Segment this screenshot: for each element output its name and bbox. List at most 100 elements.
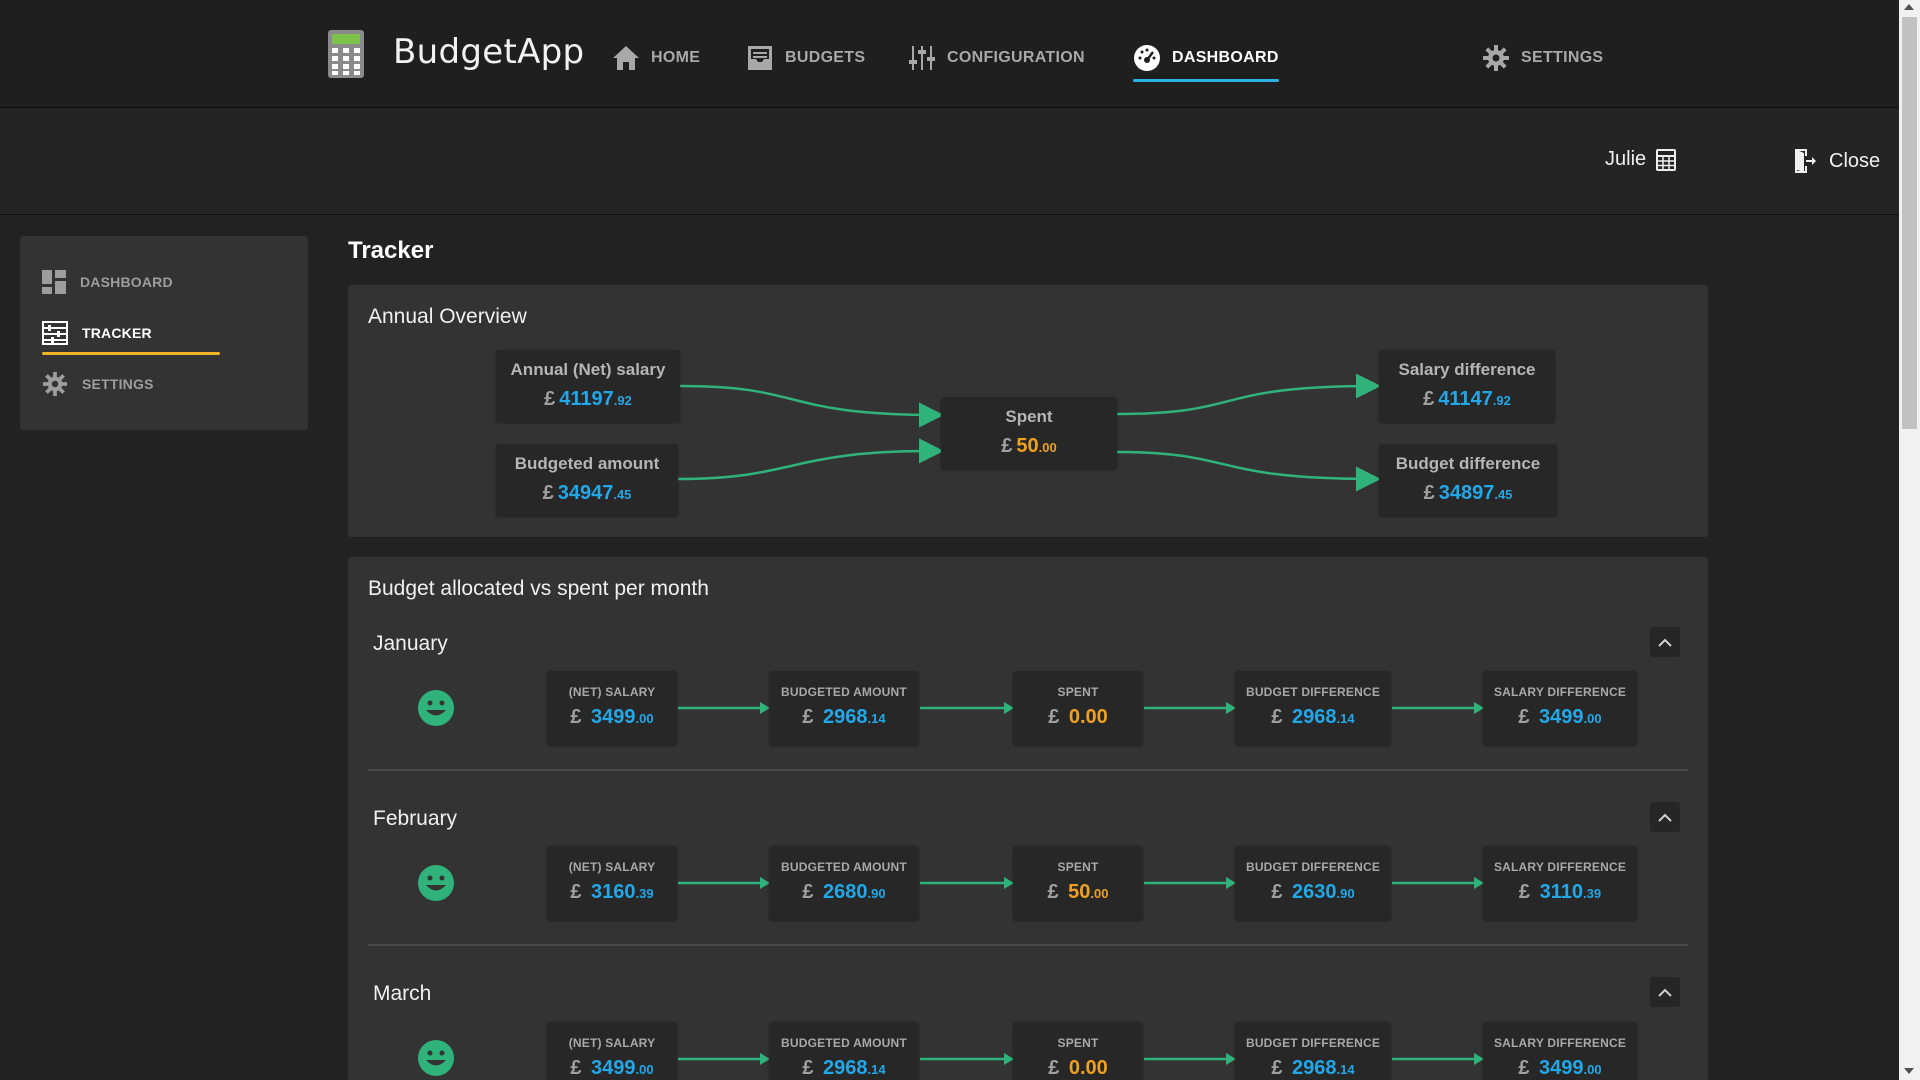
card-label: BUDGET DIFFERENCE [1245,860,1381,874]
sign-out-icon [1795,149,1816,173]
nav-budgets[interactable]: BUDGETS [746,38,865,78]
amount-decimal: .00 [1583,711,1602,726]
month-budget-difference-card: BUDGET DIFFERENCE £ 2630.90 [1235,846,1391,920]
sidebar-item-label: SETTINGS [82,376,154,392]
currency-symbol: £ [1001,435,1013,457]
amount-decimal: .45 [1494,487,1513,502]
active-tab-indicator [1133,79,1279,82]
currency-symbol: £ [802,706,814,728]
app-name: BudgetApp [393,32,585,72]
currency-symbol: £ [570,1057,582,1079]
user-name: Julie [1605,148,1647,170]
tracker-icon [42,321,68,345]
scrollbar-thumb[interactable] [1902,17,1917,429]
currency-symbol: £ [1423,388,1435,410]
sidebar-item-settings[interactable]: SETTINGS [42,364,220,404]
collapse-button[interactable] [1650,977,1680,1007]
month-budgeted-card: BUDGETED AMOUNT £ 2968.14 [769,671,919,745]
card-label: SPENT [1057,860,1099,874]
scroll-up-arrow-icon[interactable] [1904,4,1914,10]
nav-settings[interactable]: SETTINGS [1482,38,1603,78]
card-label: Spent [1005,407,1053,426]
amount-decimal: .00 [1080,1057,1108,1079]
nav-home-label: HOME [651,49,701,66]
gear-icon [42,371,68,397]
card-label: SPENT [1057,685,1099,699]
amount-whole: 0 [1068,1057,1080,1079]
flow-arrow [1144,1053,1236,1065]
card-label: (NET) SALARY [568,1036,656,1050]
amount-decimal: .00 [1080,706,1108,728]
month-salary-difference-card: SALARY DIFFERENCE £ 3499.00 [1483,1022,1637,1080]
nav-dashboard-label: DASHBOARD [1172,49,1279,66]
currency-symbol: £ [1271,706,1283,728]
amount-decimal: .14 [1336,1062,1355,1077]
amount-whole: 2968 [823,1057,868,1079]
month-divider [368,944,1688,946]
smile-icon [418,1040,454,1076]
card-label: (NET) SALARY [568,685,656,699]
salary-difference-card: Salary difference £41147.92 [1379,350,1555,422]
month-salary-card: (NET) SALARY £ 3499.00 [547,1022,677,1080]
flow-arrow [920,877,1014,889]
amount-whole: 2968 [823,706,868,728]
budget-difference-card: Budget difference £34897.45 [1379,444,1557,516]
month-salary-card: (NET) SALARY £ 3499.00 [547,671,677,745]
close-button[interactable]: Close [1793,148,1880,174]
card-label: BUDGETED AMOUNT [781,685,907,699]
currency-symbol: £ [1047,881,1059,903]
dashboard-grid-icon [42,270,66,294]
nav-settings-label: SETTINGS [1521,49,1604,66]
nav-configuration[interactable]: CONFIGURATION [908,38,1085,78]
nav-dashboard[interactable]: DASHBOARD [1133,38,1279,82]
amount-decimal: .00 [1038,440,1057,455]
currency-symbol: £ [544,388,556,410]
collapse-button[interactable] [1650,627,1680,657]
user-account[interactable]: Julie [1605,148,1677,171]
currency-symbol: £ [1518,1057,1530,1079]
amount-whole: 41147 [1438,388,1493,410]
flow-arrow [1392,877,1484,889]
month-budgeted-card: BUDGETED AMOUNT £ 2680.90 [769,846,919,920]
card-label: SALARY DIFFERENCE [1493,1036,1627,1050]
sidebar: DASHBOARD TRACKER SETTINGS [20,236,308,430]
spent-card: Spent £50.00 [941,397,1117,469]
amount-decimal: .39 [1583,886,1602,901]
card-label: Budget difference [1395,454,1541,473]
month-divider [368,769,1688,771]
collapse-button[interactable] [1650,802,1680,832]
sidebar-item-dashboard[interactable]: DASHBOARD [42,262,220,302]
currency-symbol: £ [570,706,582,728]
amount-whole: 0 [1068,706,1080,728]
currency-symbol: £ [1423,482,1435,504]
flow-arrow [1144,877,1236,889]
calculator-logo-icon [328,30,364,78]
amount-decimal: .90 [867,886,886,901]
flow-arrow [1392,1053,1484,1065]
panel-title: Annual Overview [368,305,527,328]
amount-decimal: .39 [635,886,654,901]
sidebar-item-tracker[interactable]: TRACKER [42,313,220,355]
flow-arrow [920,702,1014,714]
nav-home[interactable]: HOME [612,38,700,78]
amount-decimal: .92 [613,393,632,408]
amount-decimal: .00 [635,711,654,726]
home-icon [613,46,639,70]
chevron-up-icon [1658,813,1672,822]
card-label: SALARY DIFFERENCE [1493,685,1627,699]
flow-arrow [678,877,770,889]
budgeted-amount-card: Budgeted amount £34947.45 [496,444,678,516]
annual-salary-card: Annual (Net) salary £41197.92 [496,350,680,422]
currency-symbol: £ [1518,881,1531,903]
chevron-up-icon [1658,988,1672,997]
month-spent-card: SPENT £ 0.00 [1013,1022,1143,1080]
sidebar-item-label: TRACKER [82,325,152,341]
annual-overview-panel: Annual Overview Annual (Net) salary £411… [348,285,1708,537]
currency-symbol: £ [1271,881,1283,903]
card-label: SPENT [1057,1036,1099,1050]
flow-arrow [920,1053,1014,1065]
flow-arrow [678,702,770,714]
panel-title: Budget allocated vs spent per month [368,577,709,600]
scroll-down-arrow-icon[interactable] [1904,1068,1914,1074]
amount-decimal: .92 [1492,393,1511,408]
